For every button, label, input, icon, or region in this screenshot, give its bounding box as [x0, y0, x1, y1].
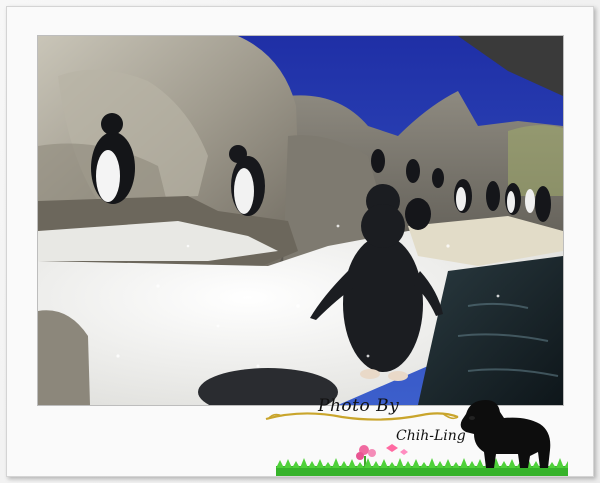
- credit-photo-by: Photo By: [318, 396, 400, 416]
- penguin-exhibit-photo: [37, 35, 564, 406]
- photo-frame: Photo By Chih-Ling: [0, 0, 600, 483]
- dog-silhouette: [460, 400, 551, 468]
